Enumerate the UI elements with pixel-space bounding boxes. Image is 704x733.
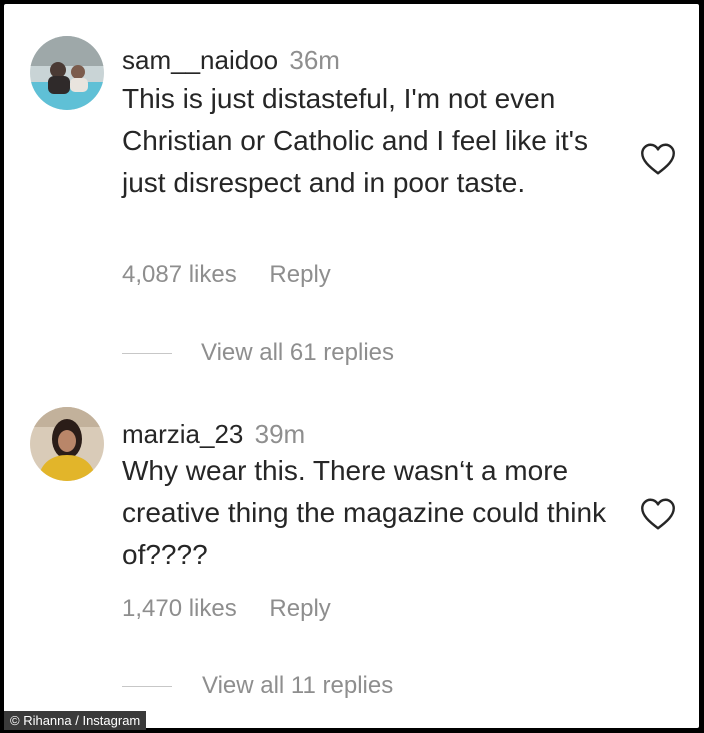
comment-text: Why wear this. There wasn‘t a more creat… — [122, 455, 607, 570]
likes-count[interactable]: 4,087 likes — [122, 261, 237, 288]
divider — [122, 352, 172, 354]
view-replies-button[interactable]: View all 61 replies — [122, 338, 394, 368]
view-replies-button[interactable]: View all 11 replies — [122, 671, 393, 701]
heart-outline-icon[interactable] — [640, 497, 676, 531]
username[interactable]: sam__naidoo — [122, 45, 278, 75]
reply-button[interactable]: Reply — [269, 595, 330, 622]
comment-meta: 1,470 likes Reply — [122, 594, 331, 624]
comment-text: This is just distasteful, I'm not even C… — [122, 83, 588, 198]
photo-credit: © Rihanna / Instagram — [4, 711, 147, 730]
view-replies-label: View all 11 replies — [202, 672, 394, 699]
avatar[interactable] — [30, 407, 104, 481]
heart-outline-icon[interactable] — [640, 142, 676, 176]
likes-count[interactable]: 1,470 likes — [122, 595, 237, 622]
timestamp[interactable]: 36m — [289, 45, 340, 75]
avatar[interactable] — [30, 36, 104, 110]
comment-header: sam__naidoo 36m — [122, 44, 340, 76]
comments-panel: sam__naidoo 36m This is just distasteful… — [4, 4, 699, 728]
comment-header: marzia_23 39m — [122, 418, 305, 450]
comment-meta: 4,087 likes Reply — [122, 260, 331, 290]
timestamp[interactable]: 39m — [255, 419, 306, 449]
view-replies-label: View all 61 replies — [201, 339, 394, 366]
reply-button[interactable]: Reply — [269, 261, 330, 288]
username[interactable]: marzia_23 — [122, 419, 243, 449]
divider — [122, 685, 172, 687]
